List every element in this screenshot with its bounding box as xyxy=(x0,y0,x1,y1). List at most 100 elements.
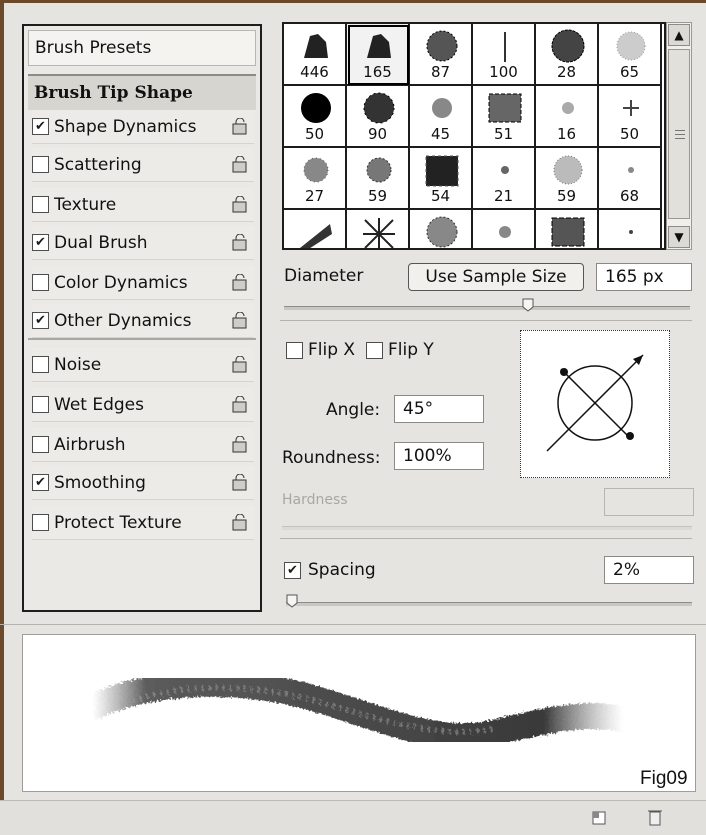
brush-tip-cell[interactable]: 59 xyxy=(347,148,410,210)
spacing-field[interactable]: 2% xyxy=(604,556,694,584)
option-checkbox[interactable] xyxy=(32,156,49,173)
brush-tip-cell[interactable] xyxy=(284,210,347,248)
lock-icon[interactable] xyxy=(232,274,248,291)
new-preset-icon[interactable] xyxy=(590,809,608,827)
angle-roundness-widget[interactable] xyxy=(520,330,670,478)
option-checkbox[interactable]: ✔ xyxy=(32,312,49,329)
figure-caption: Fig09 xyxy=(640,768,688,789)
option-checkbox[interactable]: ✔ xyxy=(32,118,49,135)
option-checkbox[interactable] xyxy=(32,396,49,413)
option-checkbox[interactable] xyxy=(32,436,49,453)
brush-tip-cell[interactable] xyxy=(410,210,473,248)
sidebar-item-label: Color Dynamics xyxy=(54,272,188,293)
sidebar-item[interactable]: Color Dynamics xyxy=(32,266,254,300)
brush-tip-cell[interactable]: 50 xyxy=(284,86,347,148)
scroll-down-icon[interactable]: ▼ xyxy=(668,226,690,248)
roundness-label: Roundness: xyxy=(282,448,381,468)
brush-tip-cell[interactable]: 446 xyxy=(284,24,347,86)
brush-thumbnail-icon xyxy=(488,93,522,123)
lock-icon[interactable] xyxy=(232,118,248,135)
brush-presets-item[interactable]: Brush Presets xyxy=(28,30,256,66)
brush-tip-cell[interactable]: 45 xyxy=(410,86,473,148)
diameter-slider-thumb[interactable] xyxy=(522,298,534,312)
brush-tip-cell[interactable]: 27 xyxy=(284,148,347,210)
diameter-slider-track[interactable] xyxy=(284,306,690,310)
option-checkbox[interactable] xyxy=(32,514,49,531)
option-checkbox[interactable]: ✔ xyxy=(32,234,49,251)
sidebar-item[interactable]: ✔ Dual Brush xyxy=(32,226,254,260)
brush-tip-shape-item[interactable]: Brush Tip Shape xyxy=(28,74,256,110)
brush-tip-cell[interactable]: 16 xyxy=(536,86,599,148)
sidebar-item[interactable]: Scattering xyxy=(32,148,254,182)
brush-tip-cell[interactable]: 65 xyxy=(599,24,662,86)
lock-icon[interactable] xyxy=(232,156,248,173)
sidebar-item[interactable]: ✔ Shape Dynamics xyxy=(32,110,254,144)
use-sample-size-button[interactable]: Use Sample Size xyxy=(408,263,584,291)
brush-tip-cell[interactable]: 68 xyxy=(599,148,662,210)
roundness-field[interactable]: 100% xyxy=(394,442,484,470)
hardness-slider-track xyxy=(282,526,692,530)
flip-x-checkbox[interactable] xyxy=(286,342,303,359)
brush-size-label: 45 xyxy=(430,125,451,143)
sidebar-item[interactable]: Wet Edges xyxy=(32,388,254,422)
option-checkbox[interactable]: ✔ xyxy=(32,474,49,491)
brush-size-label: 50 xyxy=(304,125,325,143)
sidebar-item[interactable]: Protect Texture xyxy=(32,506,254,540)
lock-icon[interactable] xyxy=(232,196,248,213)
lock-icon[interactable] xyxy=(232,474,248,491)
frame-border xyxy=(0,0,4,834)
sidebar-item[interactable]: ✔ Smoothing xyxy=(32,466,254,500)
sidebar-item[interactable]: Noise xyxy=(32,348,254,382)
option-checkbox[interactable] xyxy=(32,356,49,373)
brush-tip-cell[interactable]: 28 xyxy=(536,24,599,86)
lock-icon[interactable] xyxy=(232,436,248,453)
flip-y-checkbox[interactable] xyxy=(366,342,383,359)
lock-icon[interactable] xyxy=(232,356,248,373)
divider xyxy=(28,338,256,340)
sidebar-item-label: Scattering xyxy=(54,154,142,175)
divider xyxy=(280,538,692,539)
brush-thumbnail-icon xyxy=(300,224,332,248)
brush-tip-cell[interactable]: 21 xyxy=(473,148,536,210)
brush-thumbnail-icon xyxy=(553,155,583,185)
brush-tip-cell[interactable]: 50 xyxy=(599,86,662,148)
sidebar-item[interactable]: Airbrush xyxy=(32,428,254,462)
delete-icon[interactable] xyxy=(646,807,664,827)
sidebar-item-label: Texture xyxy=(54,194,117,215)
diameter-field[interactable]: 165 px xyxy=(596,263,692,291)
brush-grid-scrollbar[interactable]: ▲ ▼ xyxy=(666,22,692,250)
brush-tip-cell[interactable]: 54 xyxy=(410,148,473,210)
sidebar-item[interactable]: ✔ Other Dynamics xyxy=(32,304,254,338)
spacing-slider-track[interactable] xyxy=(286,602,692,606)
sidebar-item-label: Airbrush xyxy=(54,434,126,455)
brush-tip-cell[interactable]: 59 xyxy=(536,148,599,210)
brush-thumbnail-icon xyxy=(628,167,634,173)
brush-tip-cell[interactable]: 51 xyxy=(473,86,536,148)
brush-tip-cell[interactable] xyxy=(599,210,662,248)
brush-tip-grid: 446 165 87 100 28 65 50 90 45 51 16 50 27 59 54 21 59 68 xyxy=(282,22,666,250)
brush-tip-cell[interactable]: 87 xyxy=(410,24,473,86)
brush-tip-cell[interactable] xyxy=(347,210,410,248)
spacing-checkbox[interactable]: ✔ xyxy=(284,562,301,579)
spacing-slider-thumb[interactable] xyxy=(286,594,298,608)
brush-size-label: 90 xyxy=(367,125,388,143)
brush-tip-cell[interactable]: 165 xyxy=(347,24,410,86)
brush-tip-cell[interactable]: 90 xyxy=(347,86,410,148)
brush-thumbnail-icon xyxy=(363,218,395,248)
lock-icon[interactable] xyxy=(232,514,248,531)
lock-icon[interactable] xyxy=(232,234,248,251)
scroll-up-icon[interactable]: ▲ xyxy=(668,24,690,46)
brush-tip-cell[interactable] xyxy=(473,210,536,248)
brush-tip-cell[interactable]: 100 xyxy=(473,24,536,86)
lock-icon[interactable] xyxy=(232,312,248,329)
brush-tip-cell[interactable] xyxy=(536,210,599,248)
scroll-thumb[interactable] xyxy=(668,49,690,219)
brush-thumbnail-icon xyxy=(301,93,331,123)
sidebar-item[interactable]: Texture xyxy=(32,188,254,222)
option-checkbox[interactable] xyxy=(32,274,49,291)
spacing-label: Spacing xyxy=(308,560,376,580)
brush-thumbnail-icon xyxy=(629,230,633,234)
option-checkbox[interactable] xyxy=(32,196,49,213)
lock-icon[interactable] xyxy=(232,396,248,413)
angle-field[interactable]: 45° xyxy=(394,395,484,423)
